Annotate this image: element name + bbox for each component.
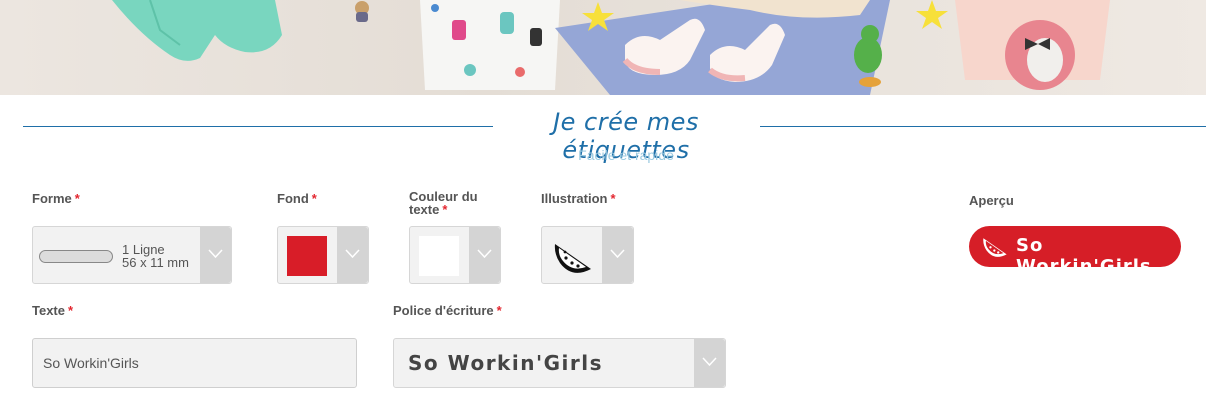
section-title-row: Je crée mes étiquettes [0, 108, 1206, 164]
fond-label: Fond * [277, 191, 317, 206]
hero-banner [0, 0, 1206, 95]
texte-input[interactable] [32, 338, 357, 388]
chevron-down-icon [345, 249, 360, 259]
required-mark: * [311, 191, 317, 206]
required-mark: * [496, 303, 502, 318]
required-mark: * [68, 303, 74, 318]
chevron-down-icon [208, 249, 223, 259]
couleur-texte-label: Couleur du texte * [409, 189, 478, 217]
label-preview: So Workin'Girls [969, 226, 1181, 277]
illustration-select[interactable] [541, 226, 634, 284]
banner-illustration [112, 0, 1110, 95]
police-dropdown-toggle[interactable] [694, 339, 725, 387]
required-mark: * [74, 191, 80, 206]
forme-dropdown-toggle[interactable] [200, 227, 231, 283]
fond-select[interactable] [277, 226, 369, 284]
illustration-label: Illustration * [541, 191, 616, 206]
background-color-swatch [287, 236, 327, 276]
police-select[interactable]: So Workin'Girls [393, 338, 726, 388]
required-mark: * [442, 202, 448, 217]
apercu-label: Aperçu [969, 193, 1014, 208]
forme-label: Forme * [32, 191, 80, 206]
police-label: Police d'écriture * [393, 303, 502, 318]
chevron-down-icon [477, 249, 492, 259]
couleur-texte-dropdown-toggle[interactable] [469, 227, 500, 283]
illustration-dropdown-toggle[interactable] [602, 227, 633, 283]
watermelon-icon [983, 238, 1007, 257]
forme-select[interactable]: 1 Ligne 56 x 11 mm [32, 226, 232, 284]
page-subtitle: Facile et rapide [578, 147, 674, 163]
texte-label: Texte * [32, 303, 74, 318]
text-color-swatch [419, 236, 459, 276]
forme-value: 1 Ligne 56 x 11 mm [122, 242, 189, 270]
preview-text: So Workin'Girls [1016, 235, 1152, 277]
chevron-down-icon [610, 249, 625, 259]
required-mark: * [610, 191, 616, 206]
label-shape-icon [39, 250, 113, 263]
fond-dropdown-toggle[interactable] [337, 227, 368, 283]
police-value: So Workin'Girls [408, 351, 603, 375]
watermelon-icon [554, 244, 591, 273]
chevron-down-icon [702, 357, 717, 367]
couleur-texte-select[interactable] [409, 226, 501, 284]
title-divider-right [760, 126, 1206, 127]
title-divider-left [23, 126, 493, 127]
